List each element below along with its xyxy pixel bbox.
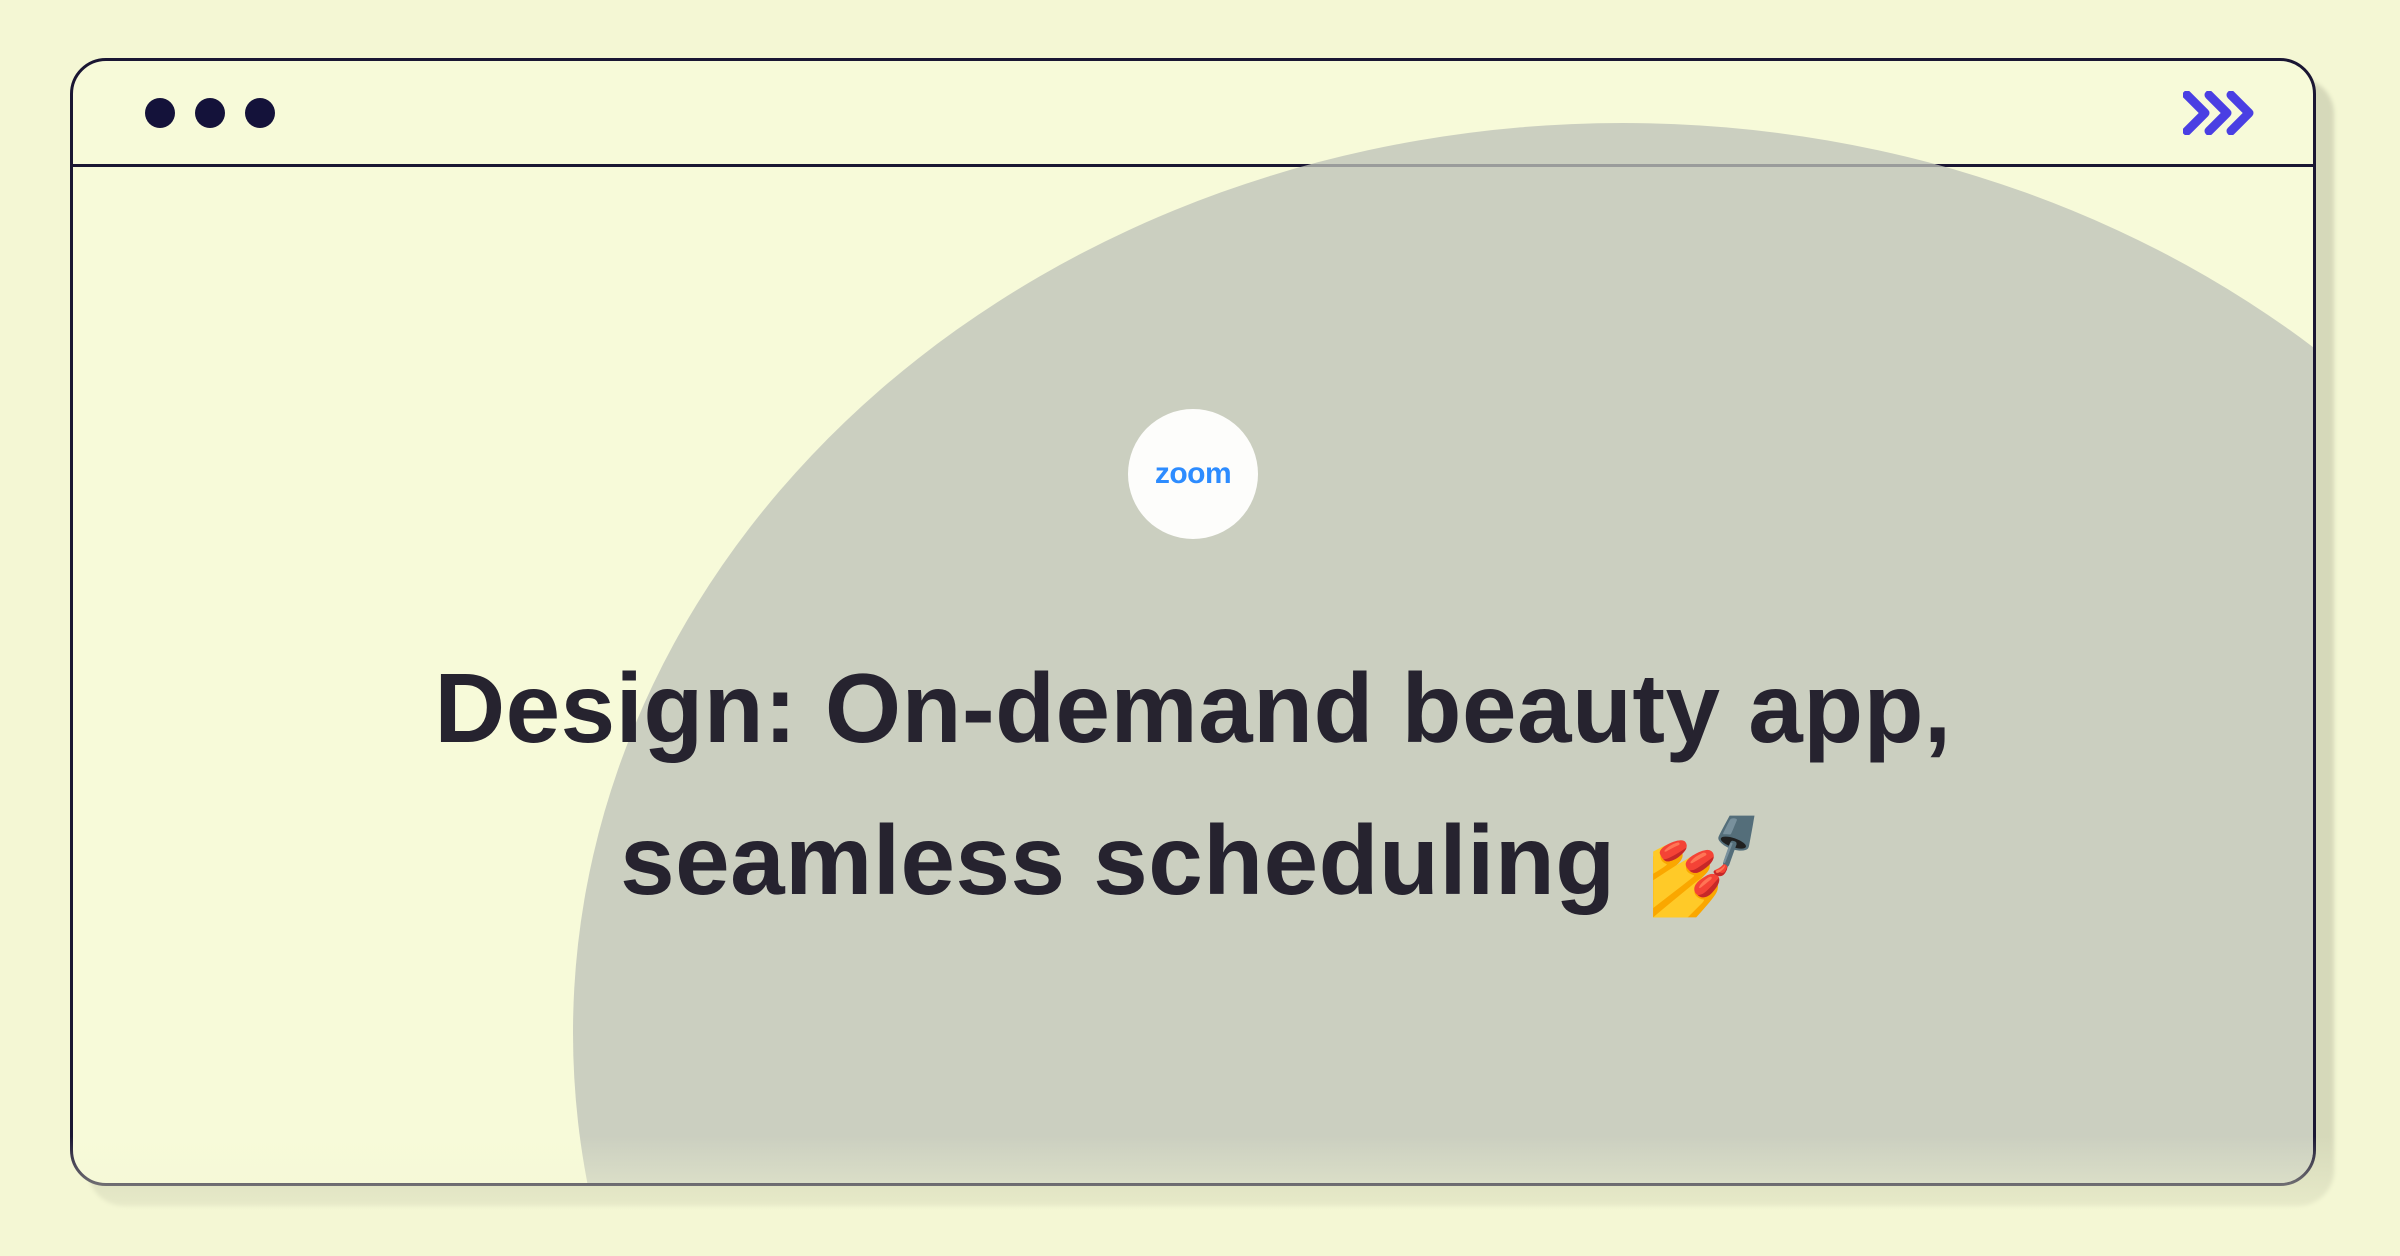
window-dot-icon	[245, 98, 275, 128]
content: zoom Design: On-demand beauty app, seaml…	[73, 167, 2313, 1183]
headline: Design: On-demand beauty app, seamless s…	[293, 633, 2093, 943]
logo-text: zoom	[1155, 457, 1231, 491]
nail-polish-emoji-icon: 💅	[1643, 811, 1766, 921]
logo-badge: zoom	[1128, 409, 1258, 539]
card-body: zoom Design: On-demand beauty app, seaml…	[73, 167, 2313, 1183]
window-dot-icon	[145, 98, 175, 128]
titlebar	[73, 61, 2313, 167]
browser-card: zoom Design: On-demand beauty app, seaml…	[70, 58, 2316, 1186]
window-dot-icon	[195, 98, 225, 128]
forward-icon	[2183, 91, 2257, 135]
window-controls	[145, 98, 275, 128]
